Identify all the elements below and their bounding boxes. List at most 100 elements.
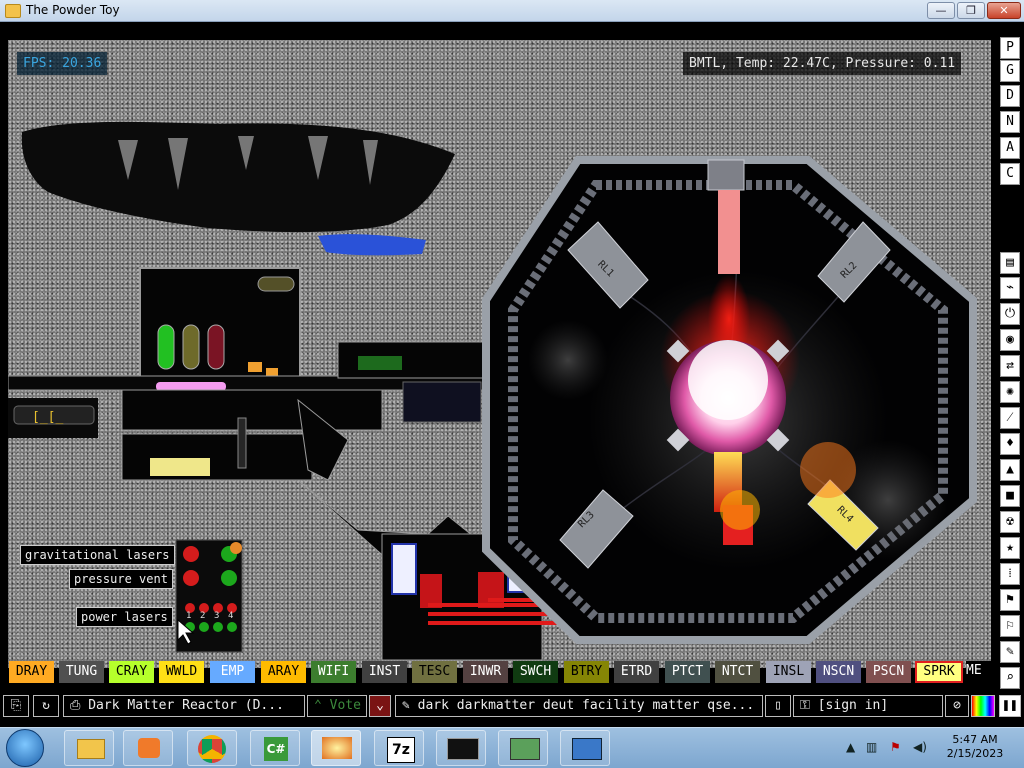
menu-button-p[interactable]: P xyxy=(1000,37,1020,59)
element-button-emp[interactable]: EMP xyxy=(210,661,255,683)
simulation-canvas[interactable]: [_[_ RL1 RL2 RL3 RL4 gravitational laser… xyxy=(7,40,991,668)
7zip-label: 7z xyxy=(387,737,415,763)
start-button-icon[interactable] xyxy=(6,729,44,767)
computer-icon[interactable] xyxy=(498,730,548,766)
switch-number: 2 xyxy=(200,611,206,621)
powder-toy-icon[interactable] xyxy=(311,730,361,766)
walls-category-icon[interactable]: ▤ xyxy=(1000,252,1020,274)
switch-number: 1 xyxy=(186,611,192,621)
tags-button[interactable]: ✎ dark darkmatter deut facility matter q… xyxy=(395,695,763,717)
clock-time: 5:47 AM xyxy=(952,733,998,746)
gas-category-icon[interactable]: ⁄ xyxy=(1000,407,1020,429)
fps-counter: FPS: 20.36 xyxy=(17,52,108,75)
volume-icon[interactable]: ◀) xyxy=(913,740,927,754)
title-bar: The Powder Toy — ❐ ✕ xyxy=(0,0,1024,22)
control-panel-icon[interactable] xyxy=(560,730,610,766)
chrome-icon[interactable] xyxy=(187,730,237,766)
network-icon[interactable]: ▥ xyxy=(866,740,877,754)
facility-middle xyxy=(121,389,383,431)
svg-text:[_[_: [_[_ xyxy=(32,410,63,425)
menu-button-n[interactable]: N xyxy=(1000,111,1020,133)
element-button-sprk[interactable]: SPRK xyxy=(915,661,963,683)
vote-down-button[interactable]: ⌄ xyxy=(369,695,391,717)
save-icon: ⎙ xyxy=(70,698,89,713)
action-center-icon[interactable]: ⚑ xyxy=(890,740,901,754)
menu-button-c[interactable]: C xyxy=(1000,163,1020,185)
powered-category-icon[interactable]: ⏻ xyxy=(1000,303,1020,325)
vote-label: Vote xyxy=(329,698,361,713)
menu-button-g[interactable]: G xyxy=(1000,60,1020,82)
tools-category-icon[interactable]: ⚑ xyxy=(1000,589,1020,611)
save-to-server-icon[interactable]: ▯ xyxy=(765,695,791,717)
save-title-button[interactable]: ⎙ Dark Matter Reactor (D... xyxy=(63,695,305,717)
gravitational-lasers-label: gravitational lasers xyxy=(20,545,175,565)
command-prompt-icon[interactable] xyxy=(436,730,486,766)
liquids-category-icon[interactable]: ♦ xyxy=(1000,433,1020,455)
close-button[interactable]: ✕ xyxy=(987,2,1021,19)
element-button-swch[interactable]: SWCH xyxy=(513,661,558,683)
7zip-icon[interactable]: 7z xyxy=(374,730,424,766)
show-hidden-icons-icon[interactable]: ▲ xyxy=(846,740,855,754)
element-button-pscn[interactable]: PSCN xyxy=(866,661,911,683)
special-category-icon[interactable]: ★ xyxy=(1000,537,1020,559)
force-category-icon[interactable]: ⇄ xyxy=(1000,355,1020,377)
clear-simulation-icon[interactable]: ⊘ xyxy=(945,695,969,717)
maximize-button[interactable]: ❐ xyxy=(957,2,985,19)
clock-date: 2/15/2023 xyxy=(946,747,1004,760)
save-title: Dark Matter Reactor (D... xyxy=(88,698,284,713)
element-button-inst[interactable]: INST xyxy=(362,661,407,683)
element-button-cray[interactable]: CRAY xyxy=(109,661,154,683)
element-button-nscn[interactable]: NSCN xyxy=(816,661,861,683)
pause-button-icon[interactable]: ❚❚ xyxy=(999,695,1021,717)
laser-top xyxy=(718,190,740,274)
system-clock[interactable]: 5:47 AM 2/15/2023 xyxy=(940,733,1010,761)
window-title: The Powder Toy xyxy=(26,3,120,17)
element-button-me[interactable]: ME xyxy=(966,661,996,683)
hover-info: BMTL, Temp: 22.47C, Pressure: 0.11 xyxy=(683,52,962,75)
solids-category-icon[interactable]: ■ xyxy=(1000,485,1020,507)
element-button-ntct[interactable]: NTCT xyxy=(715,661,760,683)
radioactive-category-icon[interactable]: ☢ xyxy=(1000,511,1020,533)
tag-icon: ✎ xyxy=(402,698,418,713)
life-category-icon[interactable]: ⁞ xyxy=(1000,563,1020,585)
render-options-icon[interactable] xyxy=(971,695,995,717)
element-button-ptct[interactable]: PTCT xyxy=(665,661,710,683)
power-lasers-label: power lasers xyxy=(76,607,173,627)
water xyxy=(318,234,426,256)
element-button-aray[interactable]: ARAY xyxy=(261,661,306,683)
element-button-wwld[interactable]: WWLD xyxy=(159,661,204,683)
key-icon: ⚿ xyxy=(800,698,818,713)
pressure-vent-label: pressure vent xyxy=(69,569,173,589)
element-button-inwr[interactable]: INWR xyxy=(463,661,508,683)
menu-button-d[interactable]: D xyxy=(1000,85,1020,107)
sign-in-button[interactable]: ⚿ [sign in] xyxy=(793,695,943,717)
minimize-button[interactable]: — xyxy=(927,2,955,19)
search-icon[interactable]: ⌕ xyxy=(1000,667,1020,689)
app-icon xyxy=(5,4,21,18)
element-button-etrd[interactable]: ETRD xyxy=(614,661,659,683)
explorer-icon[interactable] xyxy=(64,730,114,766)
media-player-icon[interactable] xyxy=(123,730,173,766)
element-button-dray[interactable]: DRAY xyxy=(9,661,54,683)
vote-up-button[interactable]: ⌃ Vote xyxy=(307,695,367,717)
element-button-insl[interactable]: INSL xyxy=(766,661,811,683)
tank-green xyxy=(157,324,175,370)
menu-button-a[interactable]: A xyxy=(1000,137,1020,159)
element-button-btry[interactable]: BTRY xyxy=(564,661,609,683)
cave xyxy=(21,121,456,233)
element-button-tung[interactable]: TUNG xyxy=(59,661,104,683)
sign-in-label: [sign in] xyxy=(817,698,889,713)
favorites-category-icon[interactable]: ⚐ xyxy=(1000,615,1020,637)
decoration-category-icon[interactable]: ✎ xyxy=(1000,641,1020,663)
electronics-category-icon[interactable]: ⌁ xyxy=(1000,277,1020,299)
explosives-category-icon[interactable]: ✺ xyxy=(1000,381,1020,403)
powders-category-icon[interactable]: ▲ xyxy=(1000,459,1020,481)
reload-icon[interactable]: ↻ xyxy=(33,695,59,717)
open-save-icon[interactable]: ⎘ xyxy=(3,695,29,717)
element-button-wifi[interactable]: WIFI xyxy=(311,661,356,683)
game-area: [_[_ RL1 RL2 RL3 RL4 gravitational laser… xyxy=(0,22,1024,687)
csharp-editor-icon[interactable]: C# xyxy=(250,730,300,766)
element-button-tesc[interactable]: TESC xyxy=(412,661,457,683)
sensors-category-icon[interactable]: ◉ xyxy=(1000,329,1020,351)
switch-number: 3 xyxy=(214,611,220,621)
